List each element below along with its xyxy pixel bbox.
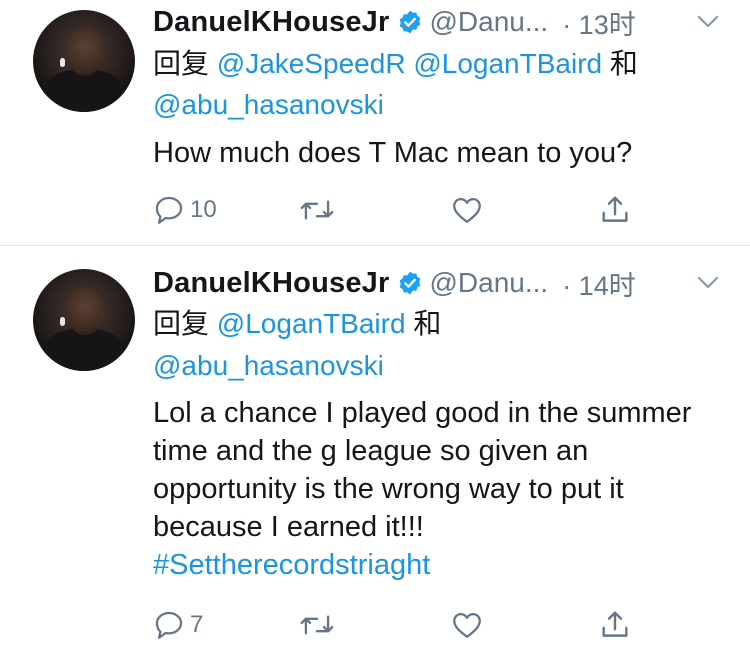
tweet-text: How much does T Mac mean to you?: [153, 134, 733, 172]
reply-button[interactable]: 7: [152, 607, 203, 643]
tweet-actions: 10: [152, 192, 632, 228]
tweet[interactable]: DanuelKHouseJr @Danu... · 13时 回复 @JakeSp…: [0, 0, 750, 246]
retweet-icon: [300, 200, 334, 220]
tweet-text: Lol a chance I played good in the summer…: [153, 394, 733, 584]
retweet-icon: [300, 615, 334, 635]
handle[interactable]: @Danu...: [429, 267, 548, 299]
reply-context: 回复 @JakeSpeedR @LoganTBaird 和: [153, 45, 638, 83]
reply-prefix: 回复: [153, 308, 210, 339]
handle[interactable]: @Danu...: [429, 6, 548, 38]
reply-icon: [155, 196, 183, 224]
tweet-divider: [0, 245, 750, 246]
hashtag-link[interactable]: #Settherecordstriaght: [153, 546, 733, 584]
like-button[interactable]: [450, 192, 484, 228]
reply-icon: [155, 611, 183, 639]
like-icon: [453, 612, 481, 638]
mention-link[interactable]: @JakeSpeedR: [217, 48, 406, 79]
like-button[interactable]: [450, 607, 484, 643]
display-name[interactable]: DanuelKHouseJr: [153, 6, 389, 39]
mention-link[interactable]: @LoganTBaird: [217, 308, 406, 339]
tweet-body: How much does T Mac mean to you?: [153, 137, 633, 169]
tweet-header: DanuelKHouseJr @Danu... · 13时: [153, 2, 636, 42]
avatar[interactable]: [33, 269, 135, 371]
share-icon: [602, 196, 628, 222]
share-button[interactable]: [598, 607, 632, 643]
tweet-header: DanuelKHouseJr @Danu... · 14时: [153, 263, 636, 303]
retweet-button[interactable]: [299, 192, 335, 228]
share-button[interactable]: [598, 192, 632, 228]
reply-context: 回复 @LoganTBaird 和: [153, 305, 441, 343]
reply-context-line2: @abu_hasanovski: [153, 347, 384, 385]
chevron-down-icon[interactable]: [694, 273, 722, 293]
timestamp[interactable]: · 14时: [562, 264, 636, 303]
mention-link[interactable]: @LoganTBaird: [413, 48, 602, 79]
retweet-button[interactable]: [299, 607, 335, 643]
reply-count: 7: [190, 611, 204, 638]
tweet-actions: 7: [152, 607, 632, 643]
and-word: 和: [413, 308, 442, 339]
reply-prefix: 回复: [153, 48, 210, 79]
reply-count: 10: [190, 196, 217, 223]
display-name[interactable]: DanuelKHouseJr: [153, 267, 389, 300]
tweet[interactable]: DanuelKHouseJr @Danu... · 14时 回复 @LoganT…: [0, 247, 750, 653]
chevron-down-icon[interactable]: [694, 12, 722, 32]
like-icon: [453, 197, 481, 223]
timestamp[interactable]: · 13时: [562, 3, 636, 42]
verified-badge-icon: [400, 271, 421, 295]
share-icon: [602, 611, 628, 637]
reply-button[interactable]: 10: [152, 192, 217, 228]
mention-link[interactable]: @abu_hasanovski: [153, 350, 384, 381]
mention-link[interactable]: @abu_hasanovski: [153, 89, 384, 120]
avatar[interactable]: [33, 10, 135, 112]
and-word: 和: [609, 48, 638, 79]
tweet-body: Lol a chance I played good in the summer…: [153, 397, 692, 543]
reply-context-line2: @abu_hasanovski: [153, 86, 384, 124]
verified-badge-icon: [400, 10, 421, 34]
